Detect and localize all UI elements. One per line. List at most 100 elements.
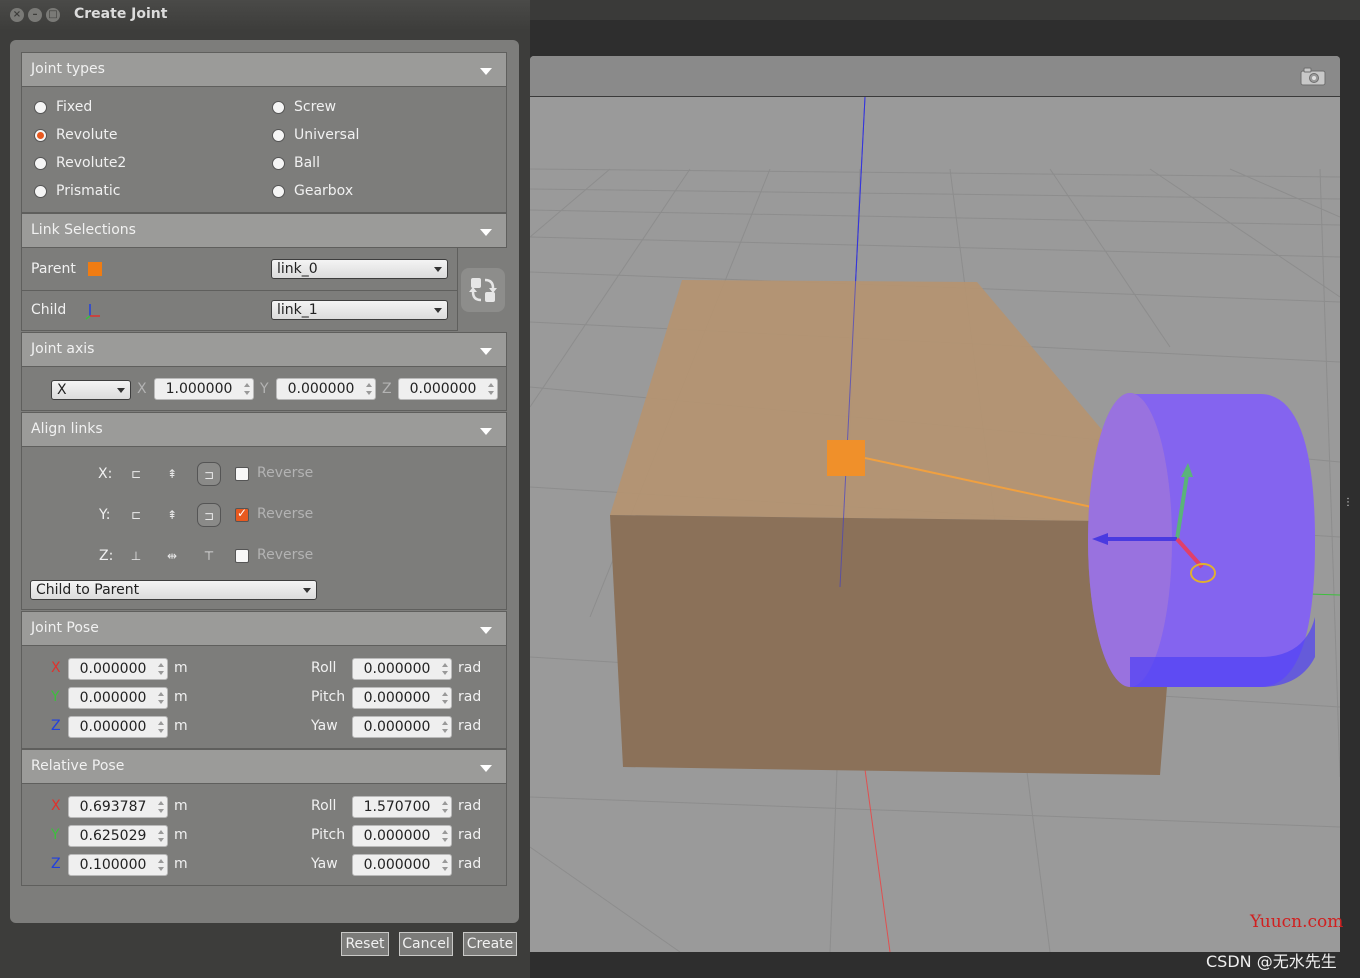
reverse-z-checkbox[interactable] — [235, 549, 249, 563]
row-border — [21, 248, 22, 331]
joint-pose-y-input[interactable]: 0.000000 — [68, 687, 168, 709]
align-x-max-button[interactable]: ⊐ — [197, 462, 221, 486]
axis-select[interactable]: X — [51, 380, 131, 400]
align-y-label: Y: — [99, 507, 111, 523]
joint-pose-y-value: 0.000000 — [79, 690, 147, 706]
link-selections-header[interactable]: Link Selections — [21, 213, 507, 248]
relative-pose-x-input[interactable]: 0.693787 — [68, 796, 168, 818]
radio-label: Fixed — [56, 99, 93, 115]
align-x-center-button[interactable]: ⇞ — [160, 462, 184, 486]
unit-label: rad — [458, 718, 482, 734]
align-x-min-button[interactable]: ⊏ — [124, 462, 148, 486]
reverse-y-label: Reverse — [257, 506, 314, 522]
align-y-center-button[interactable]: ⇞ — [160, 503, 184, 527]
relative-pose-y-label: Y — [51, 827, 60, 843]
relative-pose-roll-input[interactable]: 1.570700 — [352, 796, 452, 818]
child-label: Child — [31, 302, 67, 318]
section-title: Align links — [31, 421, 103, 437]
relative-pose-pitch-value: 0.000000 — [363, 828, 431, 844]
align-z-label: Z: — [99, 548, 114, 564]
radio-gearbox[interactable]: Gearbox — [272, 183, 353, 199]
unit-label: rad — [458, 660, 482, 676]
reverse-y-checkbox[interactable] — [235, 506, 249, 522]
axis-x-value: 1.000000 — [165, 381, 233, 397]
relative-pose-z-input[interactable]: 0.100000 — [68, 854, 168, 876]
relative-pose-roll-value: 1.570700 — [363, 799, 431, 815]
radio-label: Universal — [294, 127, 360, 143]
radio-indicator — [272, 128, 285, 142]
align-y-min-button[interactable]: ⊏ — [124, 503, 148, 527]
relative-pose-yaw-input[interactable]: 0.000000 — [352, 854, 452, 876]
cancel-button[interactable]: Cancel — [399, 932, 453, 956]
radio-revolute[interactable]: Revolute — [34, 127, 117, 143]
joint-types-header[interactable]: Joint types — [21, 52, 507, 87]
relative-pose-y-value: 0.625029 — [79, 828, 147, 844]
section-title: Joint Pose — [31, 620, 99, 636]
row-border — [457, 248, 458, 331]
relative-pose-z-label: Z — [51, 856, 61, 872]
relative-pose-y-input[interactable]: 0.625029 — [68, 825, 168, 847]
radio-fixed[interactable]: Fixed — [34, 99, 92, 115]
relative-pose-header[interactable]: Relative Pose — [21, 749, 507, 784]
splitter-handle[interactable]: ⋮ — [1343, 498, 1353, 512]
reverse-x-checkbox[interactable] — [235, 467, 249, 481]
joint-pose-x-value: 0.000000 — [79, 661, 147, 677]
relative-pose-x-label: X — [51, 798, 61, 814]
relative-pose-pitch-label: Pitch — [311, 827, 346, 843]
relative-pose-roll-label: Roll — [311, 798, 337, 814]
3d-scene[interactable] — [529, 96, 1341, 953]
maximize-icon[interactable]: □ — [46, 8, 60, 22]
chevron-down-icon — [480, 627, 492, 634]
section-title: Joint types — [31, 61, 105, 77]
align-links-header[interactable]: Align links — [21, 412, 507, 447]
joint-pose-pitch-input[interactable]: 0.000000 — [352, 687, 452, 709]
child-link-select[interactable]: link_1 — [271, 300, 448, 320]
reverse-z-label: Reverse — [257, 547, 314, 563]
joint-pose-roll-input[interactable]: 0.000000 — [352, 658, 452, 680]
create-button[interactable]: Create — [463, 932, 517, 956]
radio-prismatic[interactable]: Prismatic — [34, 183, 120, 199]
axis-y-label: Y — [260, 381, 269, 397]
joint-pose-header[interactable]: Joint Pose — [21, 611, 507, 646]
title-bar: × – □ Create Joint — [0, 0, 530, 30]
chevron-down-icon — [303, 588, 311, 593]
radio-screw[interactable]: Screw — [272, 99, 336, 115]
axis-y-input[interactable]: 0.000000 — [276, 378, 376, 400]
radio-indicator — [272, 156, 285, 170]
swap-links-button[interactable] — [461, 268, 505, 312]
align-mode-select[interactable]: Child to Parent — [30, 580, 317, 600]
joint-types-body: Fixed Revolute Revolute2 Prismatic Screw… — [21, 87, 507, 213]
joint-axis-header[interactable]: Joint axis — [21, 332, 507, 367]
axis-x-input[interactable]: 1.000000 — [154, 378, 254, 400]
reset-button[interactable]: Reset — [341, 932, 389, 956]
radio-ball[interactable]: Ball — [272, 155, 320, 171]
axis-x-label: X — [137, 381, 147, 397]
parent-origin-marker — [827, 440, 865, 476]
close-icon[interactable]: × — [10, 8, 24, 22]
align-y-max-button[interactable]: ⊐ — [197, 503, 221, 527]
radio-label: Gearbox — [294, 183, 354, 199]
relative-pose-z-value: 0.100000 — [79, 857, 147, 873]
camera-icon[interactable] — [1300, 66, 1326, 86]
joint-pose-yaw-label: Yaw — [311, 718, 338, 734]
unit-label: rad — [458, 827, 482, 843]
chevron-down-icon — [480, 229, 492, 236]
align-z-max-button[interactable]: ⊤ — [197, 544, 221, 568]
axis-z-input[interactable]: 0.000000 — [398, 378, 498, 400]
radio-universal[interactable]: Universal — [272, 127, 359, 143]
align-z-center-button[interactable]: ⇹ — [160, 544, 184, 568]
minimize-icon[interactable]: – — [28, 8, 42, 22]
parent-link-select[interactable]: link_0 — [271, 259, 448, 279]
radio-revolute2[interactable]: Revolute2 — [34, 155, 126, 171]
watermark-site: Yuucn.com — [1250, 912, 1344, 932]
joint-pose-yaw-input[interactable]: 0.000000 — [352, 716, 452, 738]
radio-label: Revolute2 — [56, 155, 127, 171]
axis-z-label: Z — [382, 381, 392, 397]
relative-pose-pitch-input[interactable]: 0.000000 — [352, 825, 452, 847]
joint-pose-x-input[interactable]: 0.000000 — [68, 658, 168, 680]
joint-pose-z-input[interactable]: 0.000000 — [68, 716, 168, 738]
swap-icon — [469, 278, 497, 302]
chevron-down-icon — [480, 428, 492, 435]
align-z-min-button[interactable]: ⊥ — [124, 544, 148, 568]
unit-label: rad — [458, 689, 482, 705]
